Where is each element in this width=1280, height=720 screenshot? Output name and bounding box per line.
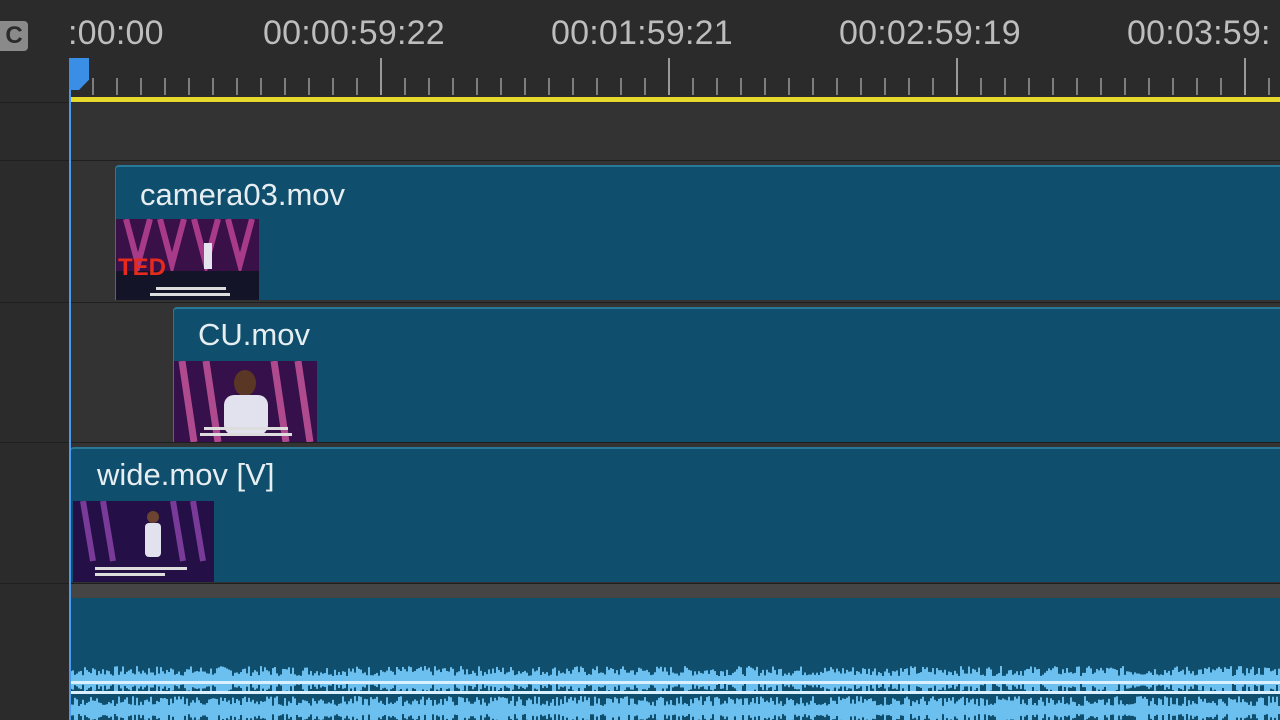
clip-thumbnail [73, 501, 214, 582]
ruler-timecode-1: 00:00:59:22 [263, 14, 445, 52]
clip-camera03[interactable]: camera03.mov TED [115, 165, 1280, 300]
playhead-line [69, 58, 71, 720]
gutter-divider [0, 102, 70, 103]
track-header-gutter: C [0, 0, 71, 720]
audio-track[interactable] [70, 598, 1280, 720]
gutter-divider [0, 160, 70, 161]
gutter-divider [0, 302, 70, 303]
gutter-divider [0, 583, 70, 584]
clip-cu[interactable]: CU.mov [173, 307, 1280, 442]
clip-wide[interactable]: wide.mov [V] [70, 447, 1280, 582]
clip-thumbnail [174, 361, 317, 442]
time-ruler[interactable]: :00:00 00:00:59:22 00:01:59:21 00:02:59:… [70, 0, 1280, 100]
c-panel-icon[interactable]: C [0, 21, 28, 51]
timeline-tracks: camera03.mov TED CU.mov wide.mov [V] [70, 103, 1280, 720]
ruler-timecode-4: 00:03:59: [1127, 14, 1271, 52]
gutter-divider [0, 442, 70, 443]
ruler-timecode-3: 00:02:59:19 [839, 14, 1021, 52]
ruler-timecode-2: 00:01:59:21 [551, 14, 733, 52]
work-area-bar[interactable] [70, 97, 1280, 102]
empty-video-track [70, 103, 1280, 160]
audio-waveform [70, 666, 1280, 720]
clip-thumbnail: TED [116, 219, 259, 300]
clip-name: camera03.mov [140, 177, 346, 212]
clip-name: CU.mov [198, 317, 310, 352]
video-audio-divider [70, 584, 1280, 598]
ruler-timecode-0: :00:00 [70, 14, 164, 52]
clip-name: wide.mov [V] [97, 457, 275, 492]
ted-logo: TED [118, 254, 166, 281]
